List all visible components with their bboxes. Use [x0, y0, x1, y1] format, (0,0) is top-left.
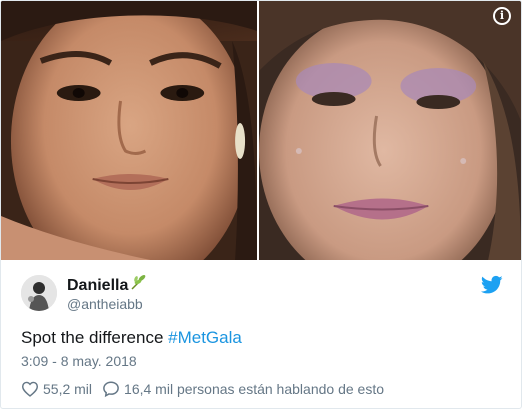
- display-name[interactable]: Daniella: [67, 274, 148, 295]
- tweet-body: Spot the difference: [21, 328, 169, 347]
- heart-icon: [21, 381, 39, 397]
- user-handle[interactable]: @antheiabb: [67, 296, 143, 312]
- display-name-text[interactable]: Daniella: [67, 277, 128, 294]
- like-action[interactable]: 55,2 mil: [21, 381, 92, 397]
- avatar[interactable]: [21, 275, 57, 311]
- like-count: 55,2 mil: [43, 381, 93, 397]
- info-icon[interactable]: i: [493, 7, 511, 25]
- photo-woman-closeup[interactable]: [1, 1, 258, 260]
- twitter-bird-icon[interactable]: [480, 275, 503, 295]
- tweet-timestamp[interactable]: 3:09 - 8 may. 2018: [21, 353, 137, 369]
- reply-action[interactable]: 16,4 mil personas están hablando de esto: [102, 380, 384, 398]
- tweet-actions: 55,2 mil 16,4 mil personas están habland…: [21, 379, 384, 399]
- hashtag-link[interactable]: #MetGala: [168, 328, 242, 347]
- tweet-text: Spot the difference #MetGala: [21, 328, 242, 348]
- speech-bubble-icon: [103, 381, 119, 398]
- talking-count: 16,4 mil personas están hablando de esto: [124, 381, 384, 397]
- tweet-media[interactable]: i: [1, 1, 521, 260]
- tweet-header: Daniella @antheiabb: [21, 273, 503, 313]
- photo-child-closeup[interactable]: i: [259, 1, 521, 260]
- leaf-emoji-icon: [130, 274, 148, 295]
- embedded-tweet-card: i Daniella @antheiabb Spot the differenc…: [0, 0, 522, 409]
